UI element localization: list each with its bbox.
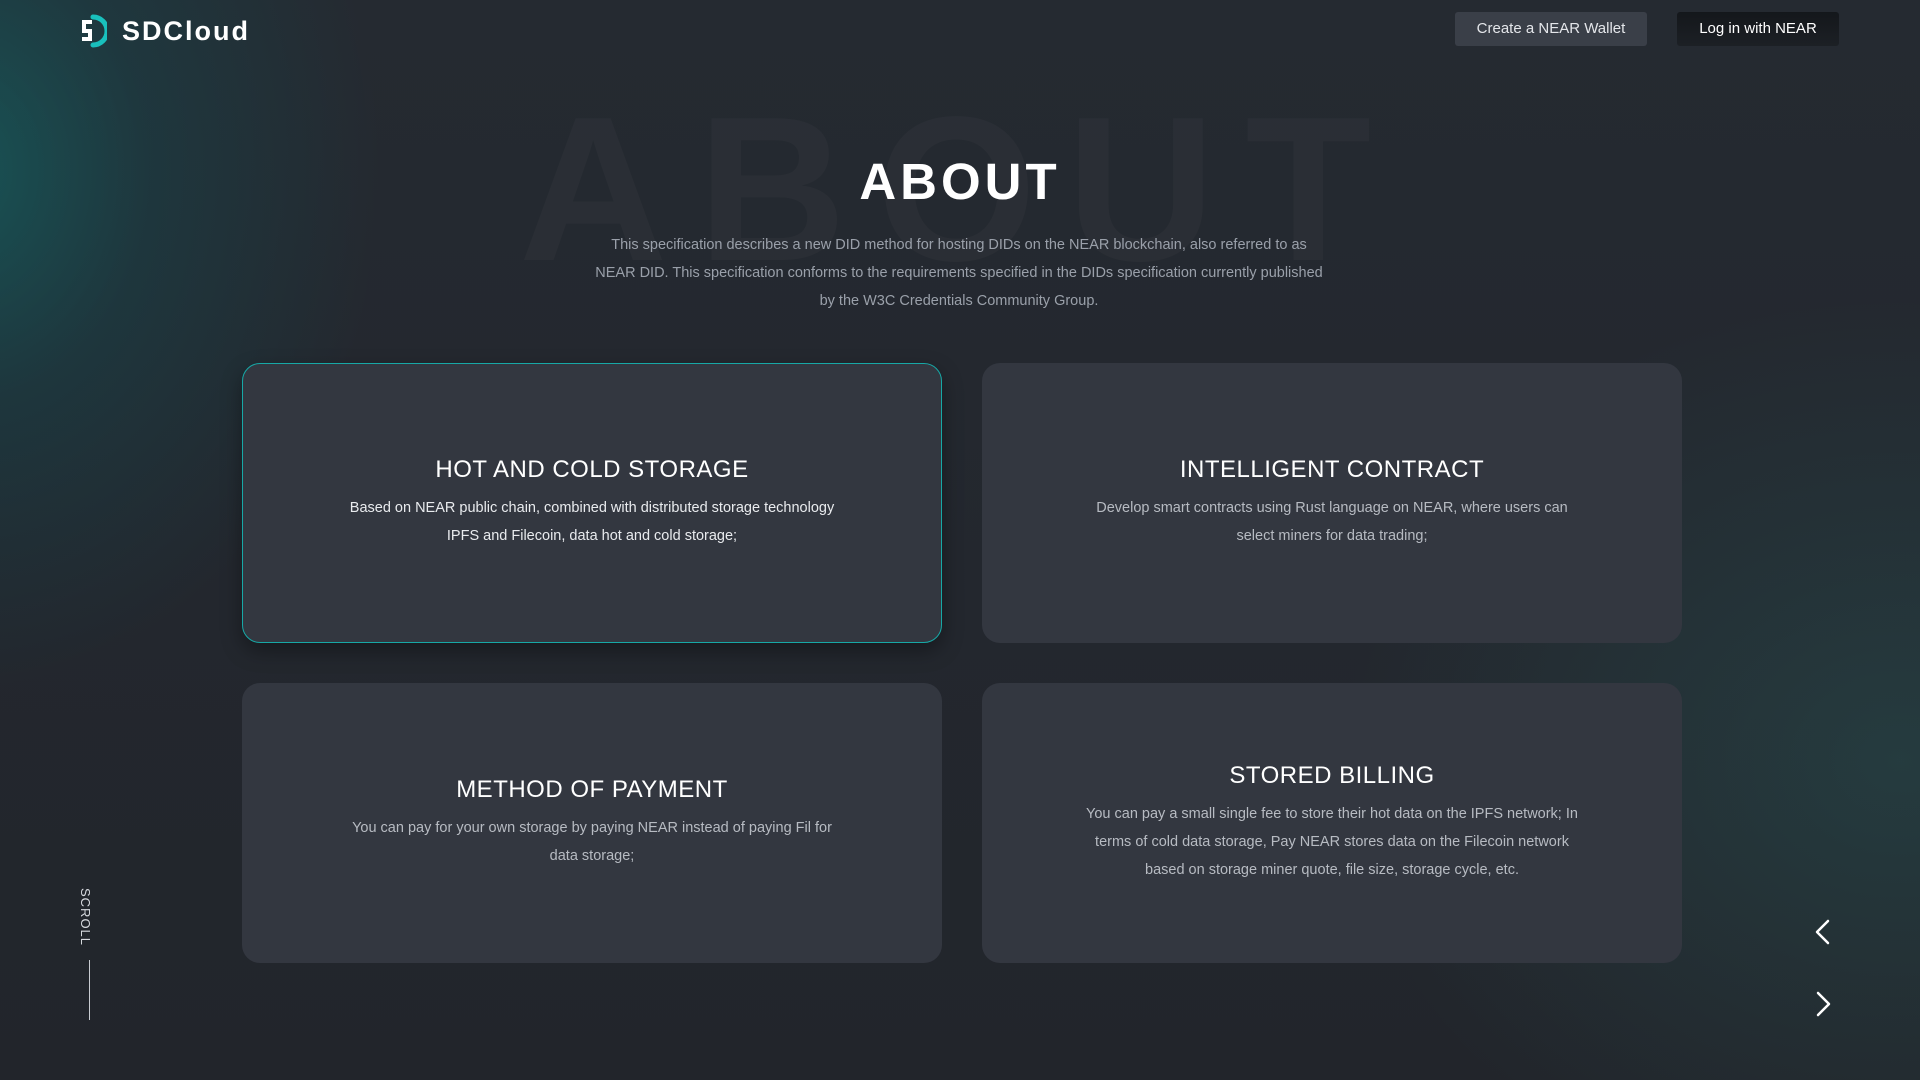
chevron-left-icon[interactable] (1806, 915, 1840, 949)
sdcloud-logo-icon (79, 14, 110, 48)
brand-logo[interactable]: SDCloud (79, 14, 250, 48)
card-text: Develop smart contracts using Rust langu… (1096, 500, 1568, 544)
feature-card-hot-cold-storage[interactable]: HOT AND COLD STORAGE Based on NEAR publi… (242, 363, 942, 643)
card-text: You can pay a small single fee to store … (1086, 806, 1578, 878)
about-page: SDCloud Create a NEAR Wallet Log in with… (0, 0, 1920, 1080)
card-title: INTELLIGENT CONTRACT (1179, 456, 1485, 483)
scroll-label: SCROLL (78, 888, 93, 947)
login-button[interactable]: Log in with NEAR (1677, 12, 1839, 46)
card-text: You can pay for your own storage by payi… (352, 820, 832, 864)
page-title: ABOUT (859, 153, 1061, 210)
feature-card-stored-billing[interactable]: STORED BILLING You can pay a small singl… (982, 683, 1682, 963)
chevron-right-icon[interactable] (1806, 987, 1840, 1021)
card-title: STORED BILLING (1229, 762, 1435, 789)
scroll-line (89, 960, 90, 1020)
page-description: This specification describes a new DID m… (595, 237, 1323, 309)
card-text: Based on NEAR public chain, combined wit… (349, 500, 835, 544)
feature-card-method-of-payment[interactable]: METHOD OF PAYMENT You can pay for your o… (242, 683, 942, 963)
create-wallet-button[interactable]: Create a NEAR Wallet (1455, 12, 1647, 46)
feature-card-intelligent-contract[interactable]: INTELLIGENT CONTRACT Develop smart contr… (982, 363, 1682, 643)
card-title: METHOD OF PAYMENT (456, 776, 728, 803)
card-title: HOT AND COLD STORAGE (435, 456, 749, 483)
brand-name: SDCloud (122, 15, 250, 46)
